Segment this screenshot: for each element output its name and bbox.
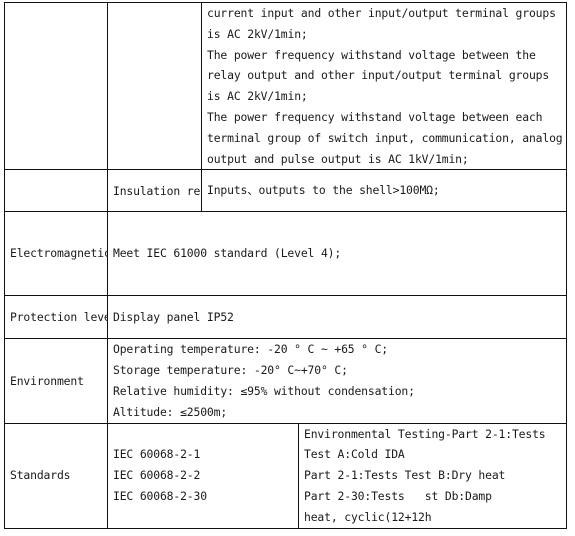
table-row-environment: Environment Operating temperature: -20 °… [4,338,568,424]
category-cell [4,1,108,171]
category-label: Electromagnetic compatibility [4,211,108,297]
category-label: Standards [4,422,108,529]
value-line: Storage temperature: -20° C~+70° C; [113,363,348,378]
standard-description: Environmental Testing-Part 2-1:Tests [304,426,546,441]
value-line: Meet IEC 61000 standard (Level 4); [113,246,342,261]
value-line: The power frequency withstand voltage be… [207,47,536,62]
value-cell: Meet IEC 61000 standard (Level 4); [106,211,568,297]
value-line: Altitude: ≤2500m; [113,404,228,419]
value-cell: current input and other input/output ter… [200,1,568,171]
table-row-protection-level: Protection level Display panel IP52 [4,295,568,340]
value-line: The power frequency withstand voltage be… [207,109,543,124]
value-line: Operating temperature: -20 ° C ~ +65 ° C… [113,342,389,357]
value-line: is AC 2kV/1min; [207,26,308,41]
standard-descriptions-cell: Environmental Testing-Part 2-1:Tests Tes… [297,422,568,529]
specification-table: current input and other input/output ter… [4,1,568,529]
standard-description: Test A:Cold IDA [304,447,405,462]
category-label: Protection level [4,295,108,340]
standard-description: Part 2-1:Tests Test B:Dry heat [304,468,506,483]
value-cell: Operating temperature: -20 ° C ~ +65 ° C… [106,338,568,424]
value-cell: Inputs、outputs to the shell>100MΩ; [200,169,568,213]
category-label: Environment [4,338,108,424]
table-row-standards: Standards IEC 60068-2-1 IEC 60068-2-2 IE… [4,422,568,529]
value-line: output and pulse output is AC 1kV/1min; [207,151,469,166]
standard-codes-cell: IEC 60068-2-1 IEC 60068-2-2 IEC 60068-2-… [107,422,299,529]
value-line: relay output and other input/output term… [207,68,550,83]
standard-description: Part 2-30:Tests Test Db:Damp [304,488,492,503]
subcategory-cell [107,1,202,171]
value-cell: Display panel IP52 [106,295,568,340]
value-line: current input and other input/output ter… [207,6,556,20]
table-row-dielectric-continued: current input and other input/output ter… [4,1,568,171]
value-line: Relative humidity: ≤95% without condensa… [113,383,415,398]
value-line: terminal group of switch input, communic… [207,130,563,145]
standard-code: IEC 60068-2-2 [113,468,201,483]
watermark-blot [411,488,425,501]
watermark-gap [428,523,462,527]
value-line: is AC 2kV/1min; [207,89,308,104]
standard-code: IEC 60068-2-1 [113,447,201,462]
category-cell [4,169,108,213]
subcategory-label: Insulation resistance [107,169,202,213]
table-row-emc: Electromagnetic compatibility Meet IEC 6… [4,211,568,297]
standard-code: IEC 60068-2-30 [113,488,207,503]
table-row-insulation-resistance: Insulation resistance Inputs、outputs to … [4,169,568,213]
value-line: Display panel IP52 [113,309,234,324]
value-line: Inputs、outputs to the shell>100MΩ; [207,183,440,198]
